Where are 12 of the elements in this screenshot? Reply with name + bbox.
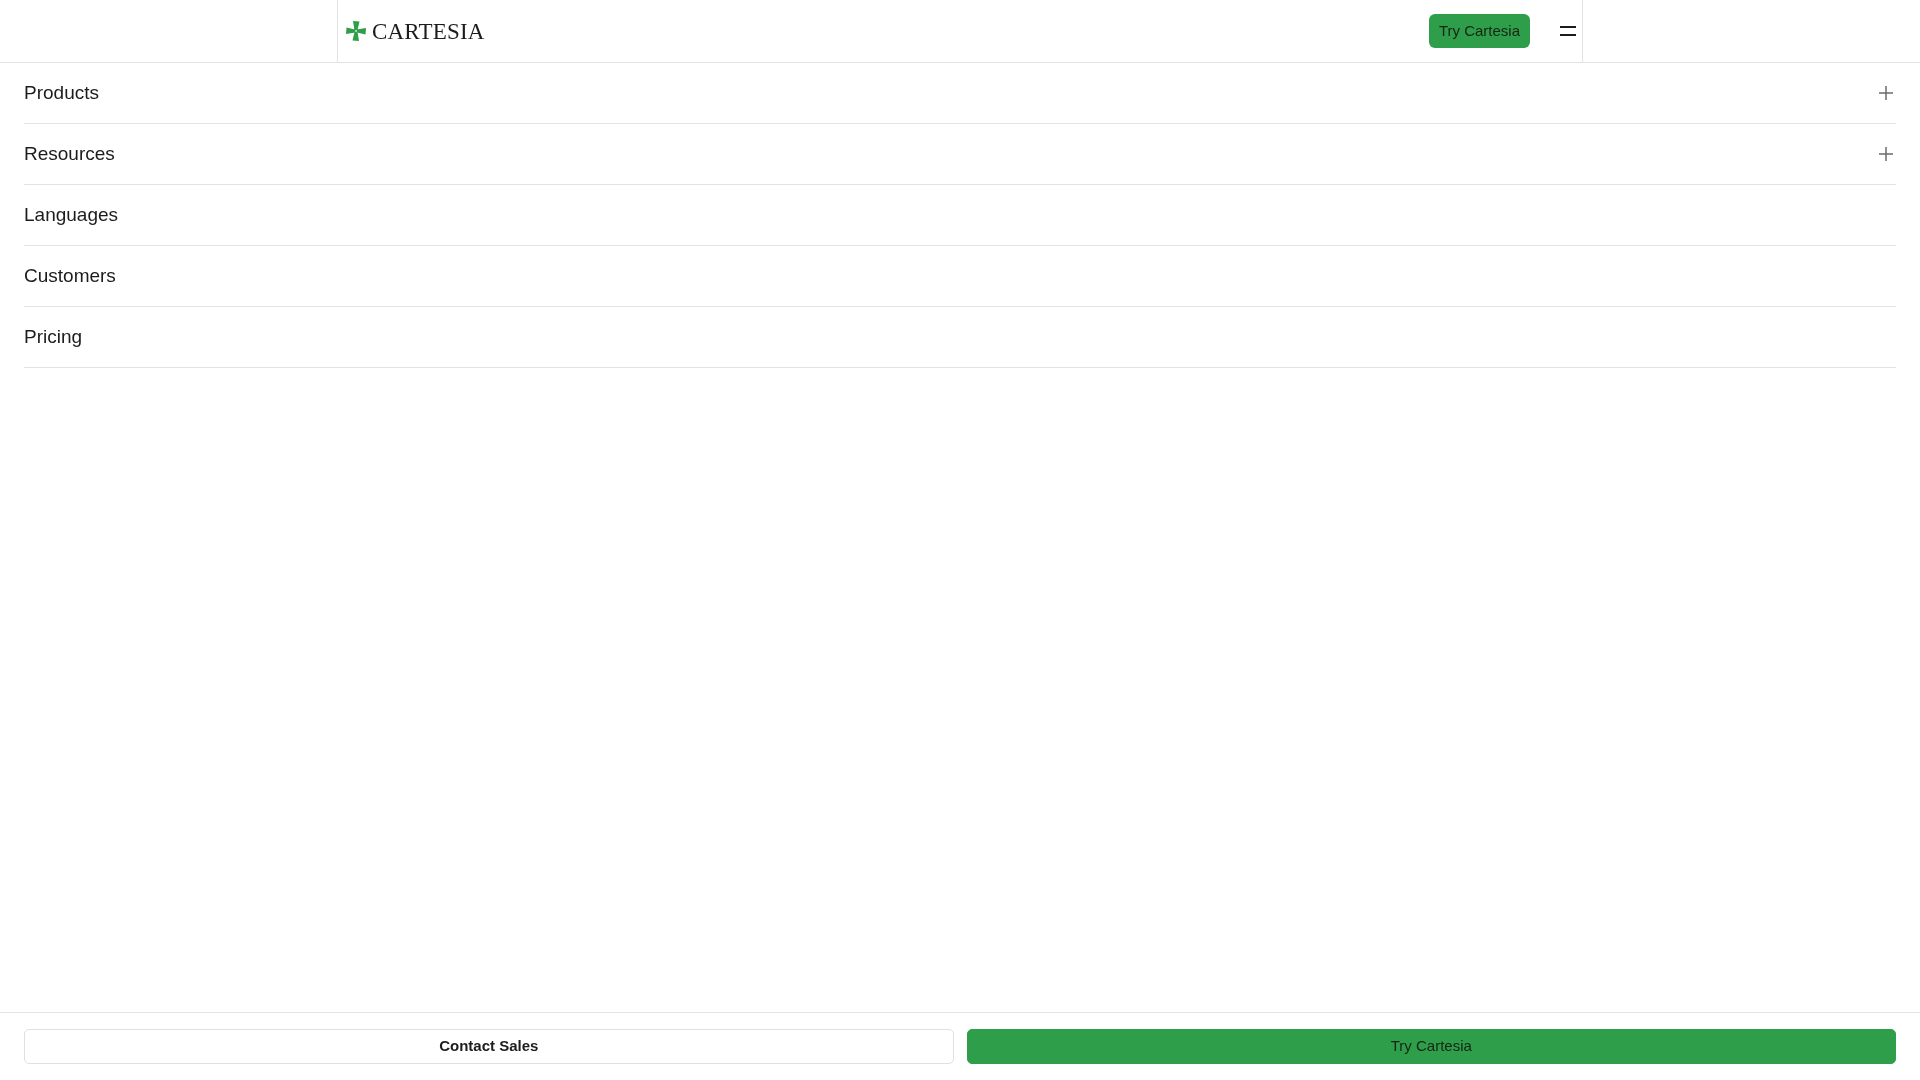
try-button[interactable]: Try Cartesia (966, 1029, 1896, 1064)
cross-logo-icon (345, 20, 367, 42)
menu-item[interactable]: Customers (24, 261, 116, 291)
menu-item[interactable]: Pricing (24, 322, 83, 352)
menu-item[interactable]: Languages (24, 200, 119, 230)
try-button[interactable]: Try Cartesia (1428, 14, 1530, 48)
logo-wordmark: CARTESIA (372, 19, 485, 43)
plus-icon[interactable] (1879, 147, 1893, 161)
contact-sales-button[interactable]: Contact Sales (24, 1029, 954, 1064)
menu-item[interactable]: Resources (24, 139, 115, 169)
plus-icon[interactable] (1879, 86, 1893, 100)
menu-item[interactable]: Products (24, 78, 99, 108)
